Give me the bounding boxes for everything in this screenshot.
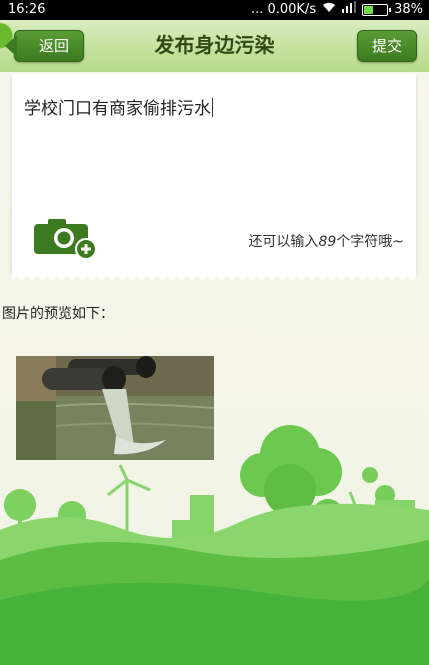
- preview-label: 图片的预览如下：: [2, 306, 114, 322]
- signal-icon: [342, 0, 357, 20]
- battery-icon: [362, 4, 392, 16]
- text-editor-card[interactable]: 学校门口有商家偷排污水 还可以输入89个字符哦~: [12, 74, 416, 280]
- zigzag-edge: [12, 272, 416, 280]
- content-input[interactable]: 学校门口有商家偷排污水: [24, 94, 213, 119]
- status-bar: 16:26 ... 0.00K/s 38%: [0, 0, 429, 20]
- submit-button[interactable]: 提交: [356, 30, 417, 62]
- pollution-photo-preview[interactable]: [16, 356, 214, 460]
- network-speed: ... 0.00K/s: [250, 2, 317, 17]
- counter-prefix: 还可以输入: [248, 234, 319, 250]
- status-time: 16:26: [8, 2, 46, 17]
- wifi-icon: [322, 0, 336, 20]
- status-right: ... 0.00K/s 38%: [251, 0, 423, 20]
- char-counter: 还可以输入89个字符哦~: [248, 231, 404, 251]
- counter-value: 89: [318, 234, 337, 250]
- text-caret: [212, 98, 213, 117]
- counter-suffix: 个字符哦~: [336, 234, 404, 250]
- battery-percent: 38%: [394, 2, 423, 17]
- content-text: 学校门口有商家偷排污水: [24, 99, 211, 119]
- camera-add-icon[interactable]: [34, 216, 97, 260]
- header-bar: 返回 发布身边污染 提交: [0, 20, 429, 72]
